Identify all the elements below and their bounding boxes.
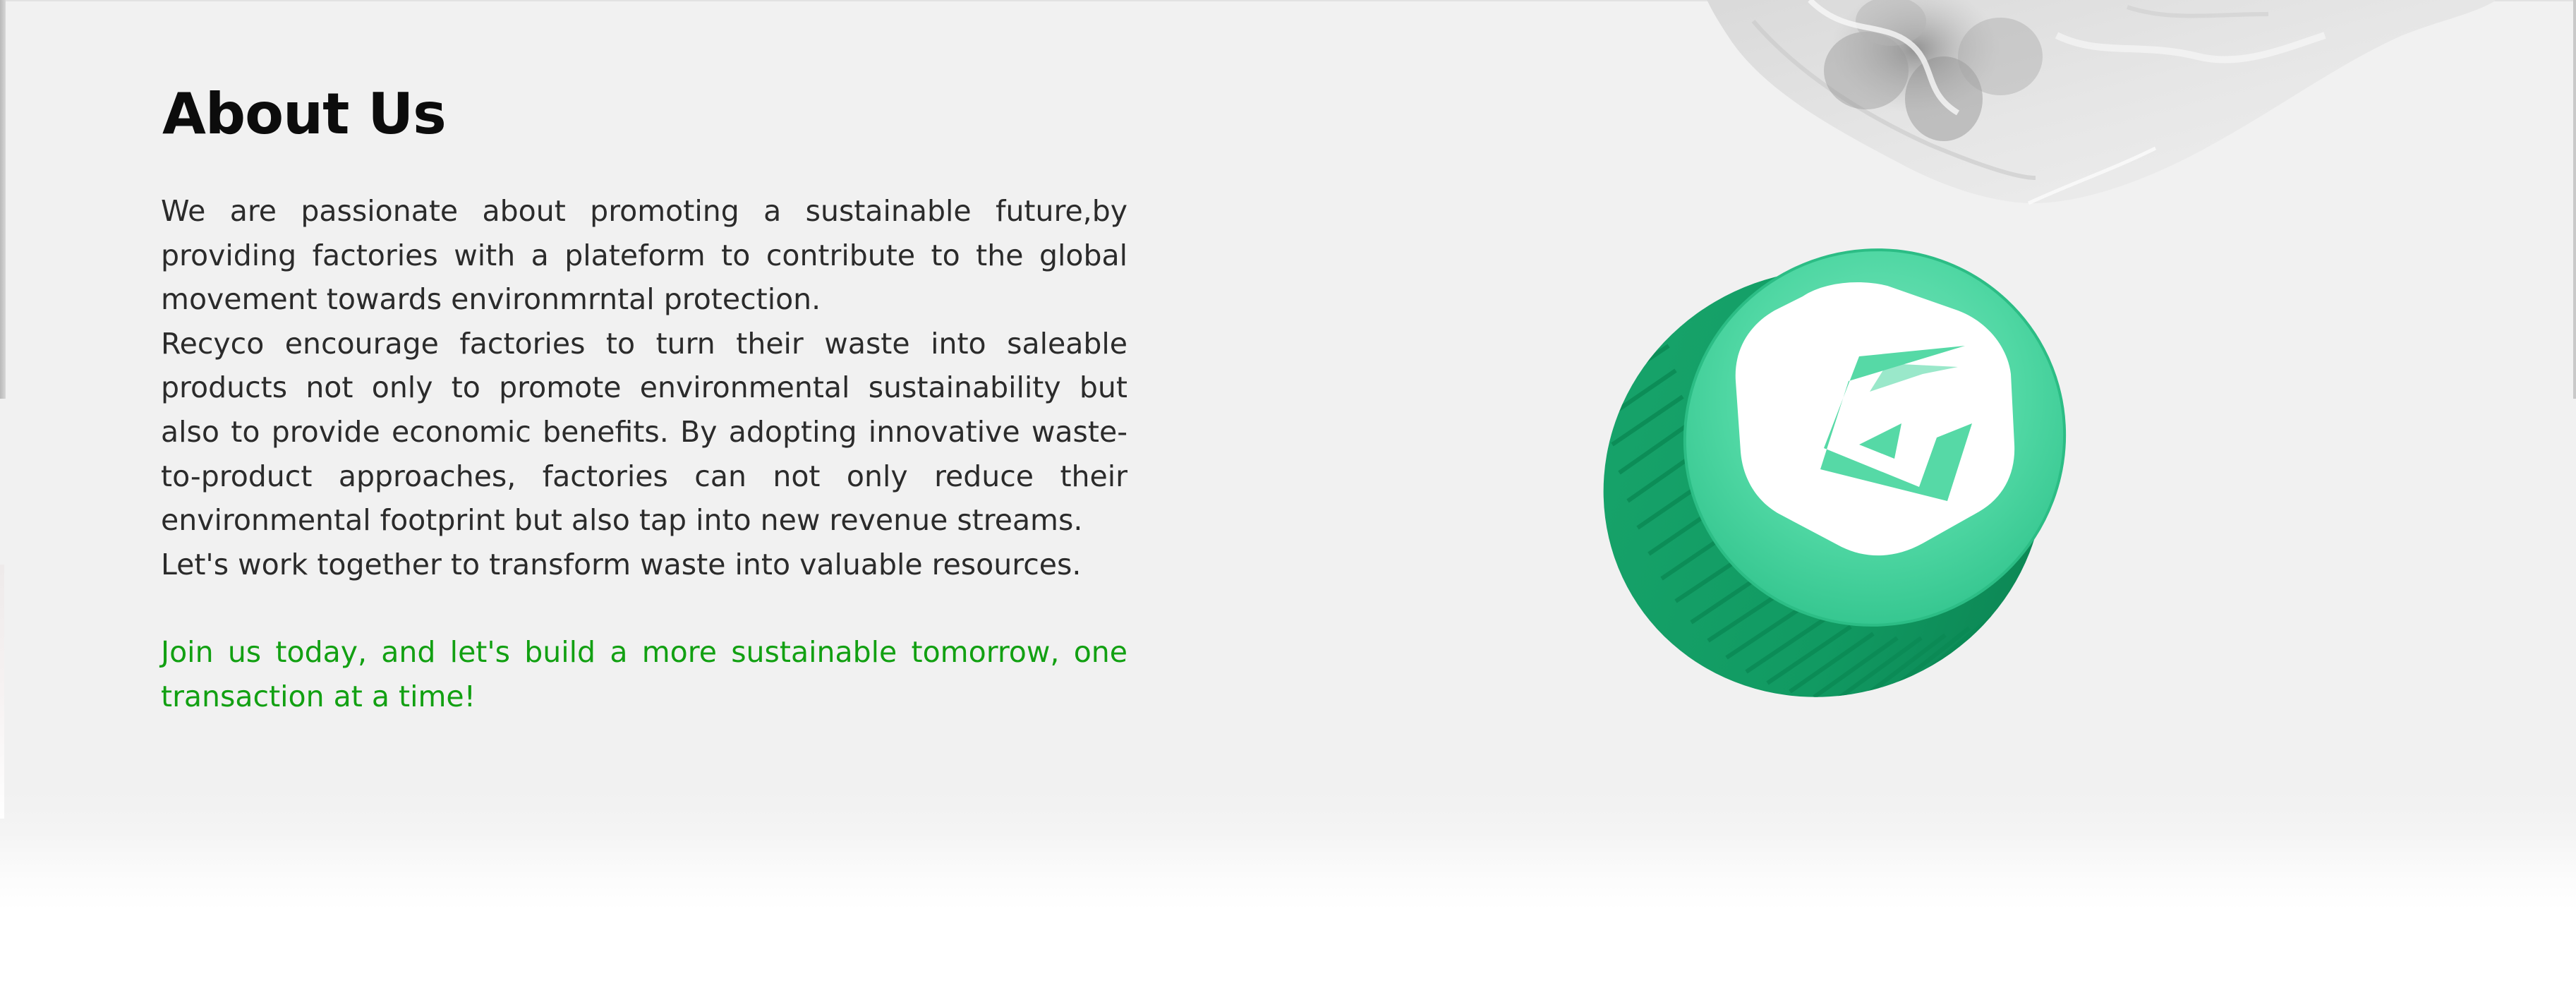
about-content: About Us We are passionate about promoti… (161, 76, 1127, 719)
about-paragraph-3: Let's work together to transform waste i… (161, 547, 1082, 581)
bottle-cap-logo-image (1603, 248, 2067, 701)
about-title: About Us (162, 81, 447, 147)
page: About Us We are passionate about promoti… (0, 0, 2576, 1007)
section-bottom-fade (0, 790, 2576, 910)
right-edge-divider (2573, 0, 2576, 399)
left-edge-divider (0, 0, 6, 399)
about-paragraph-1: We are passionate about promoting a sust… (161, 194, 1127, 317)
left-edge-shade (0, 565, 4, 819)
plastic-bag-image (1707, 0, 2496, 205)
about-call-to-action: Join us today, and let's build a more su… (161, 635, 1127, 713)
about-paragraph-2: Recyco encourage factories to turn their… (161, 326, 1127, 538)
